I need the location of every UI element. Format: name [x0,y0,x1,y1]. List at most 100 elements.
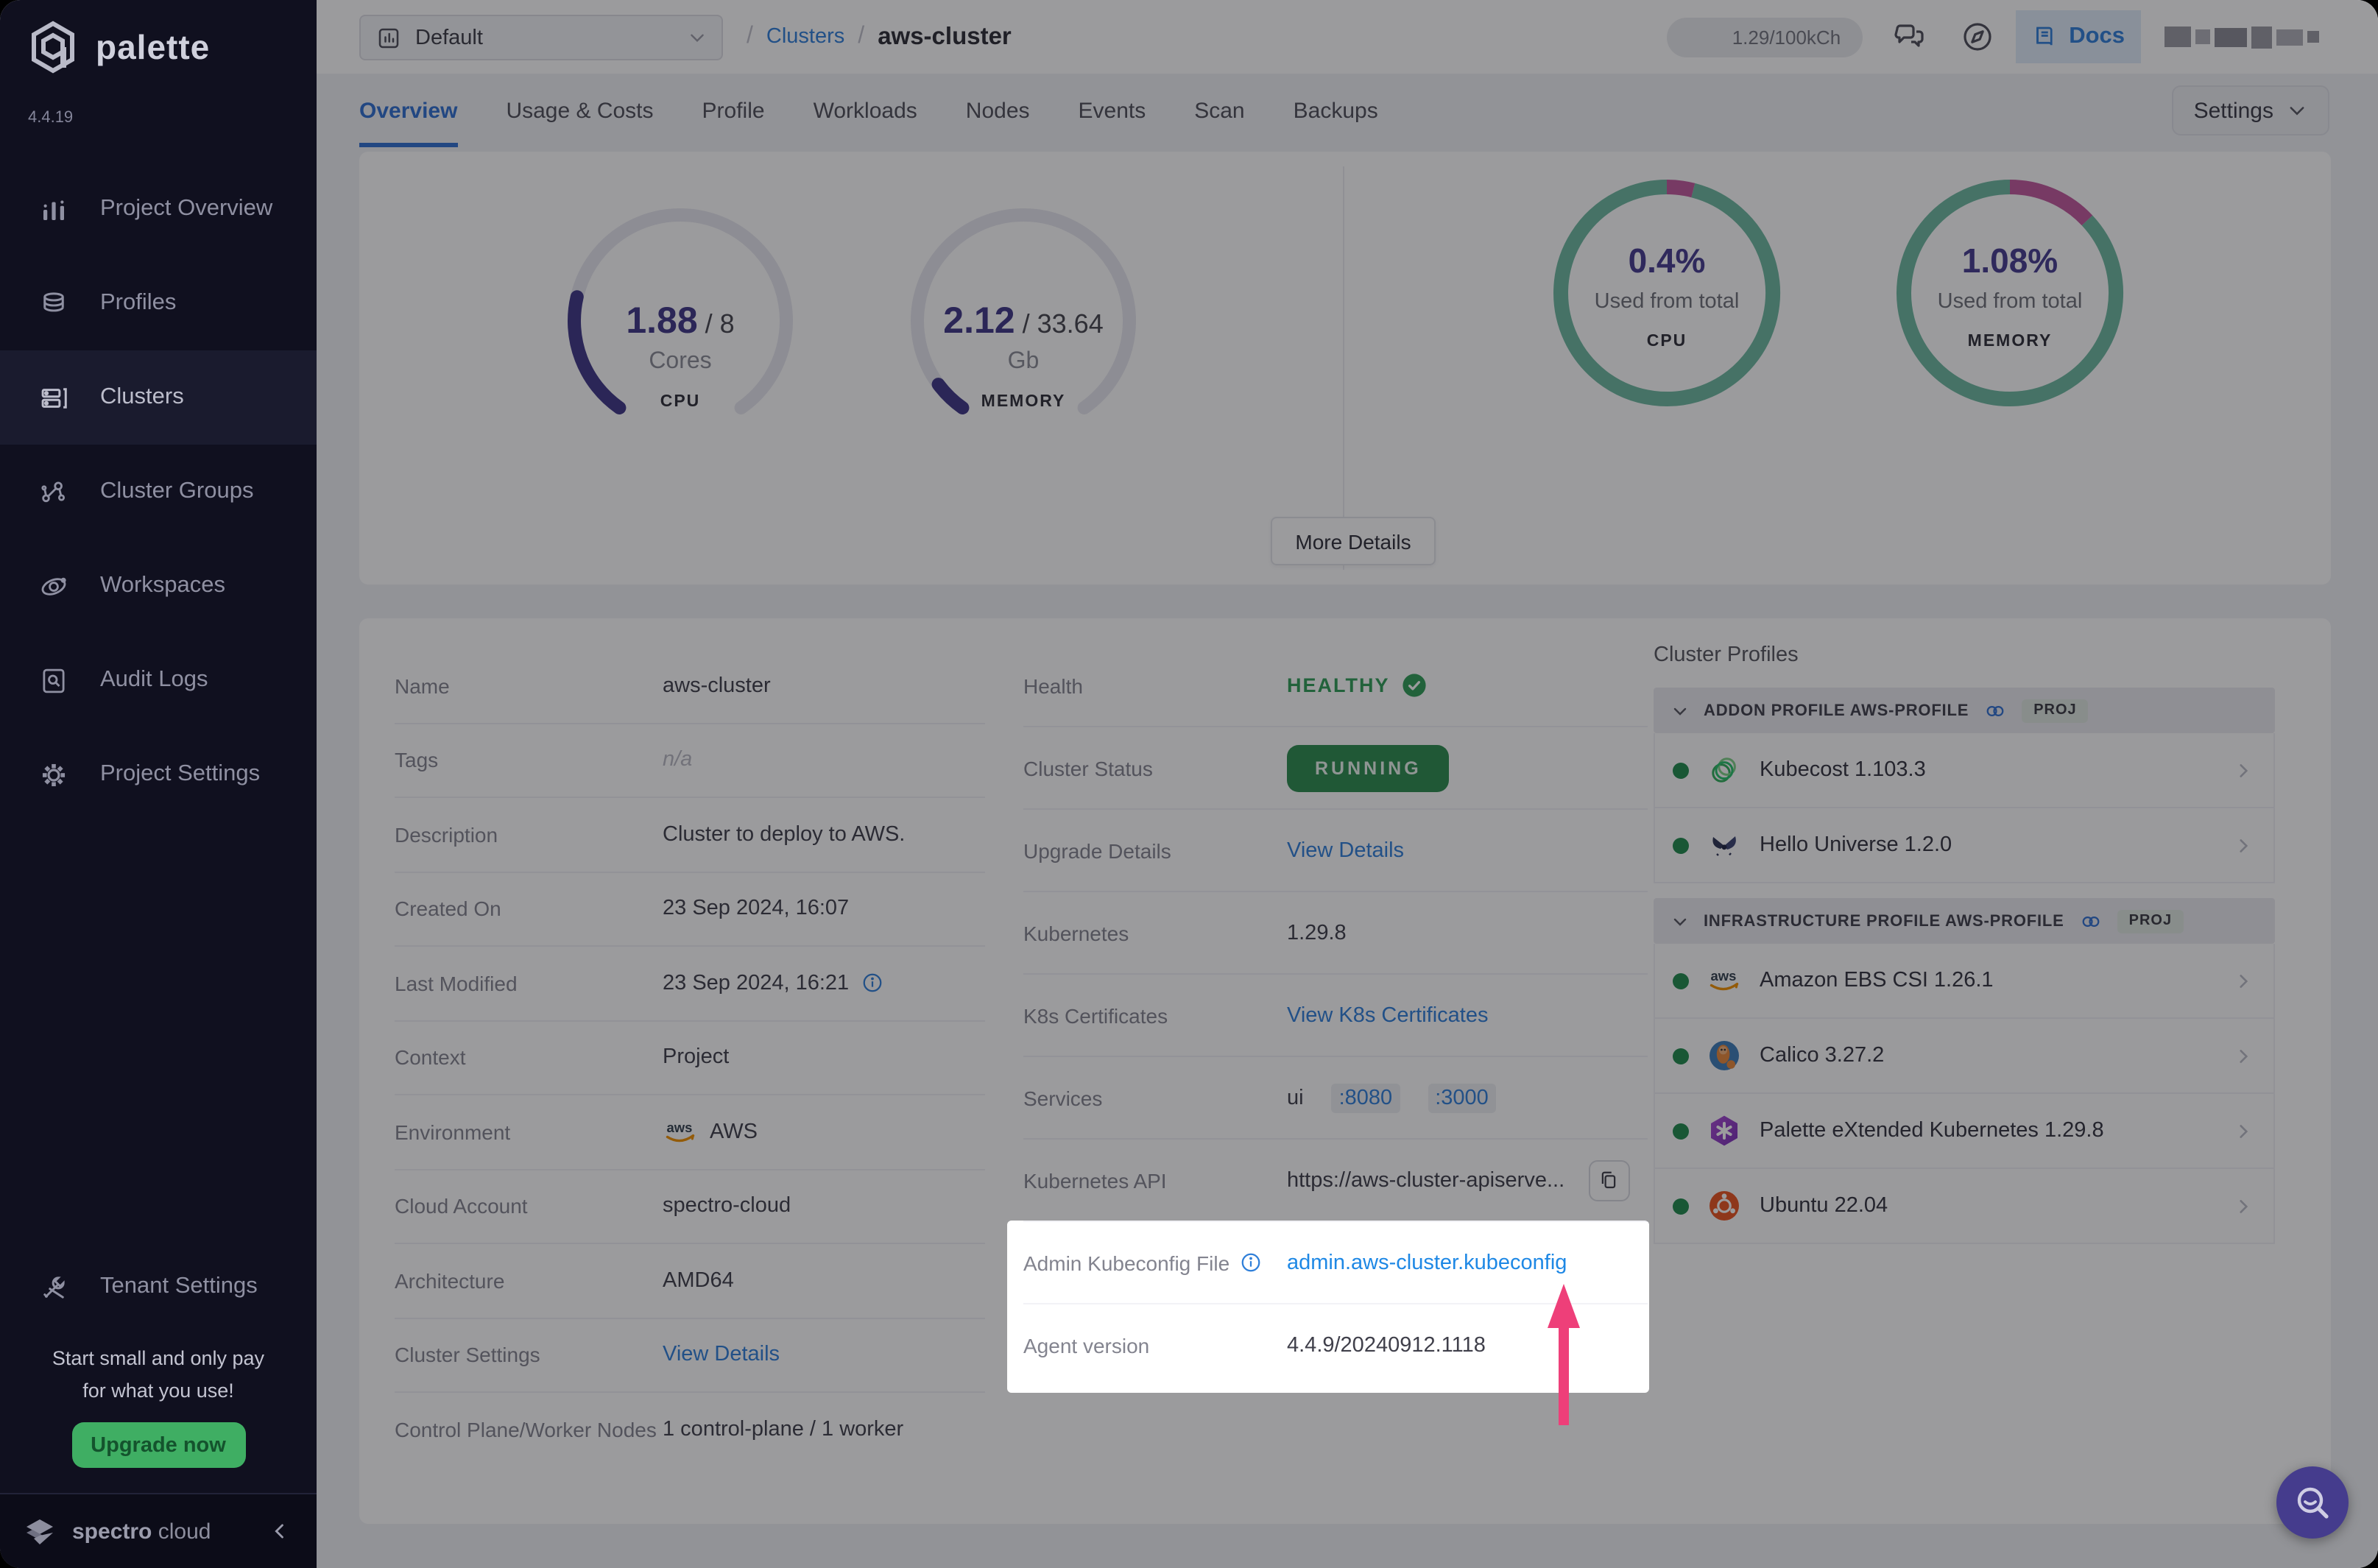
link-icon [2079,909,2103,933]
sidebar-item-label: Audit Logs [100,667,208,692]
gauge-chart-cpu: 1.88 / 8 Cores CPU [555,196,805,490]
donut-label: CPU [1646,333,1687,350]
tab-overview[interactable]: Overview [359,74,458,147]
detail-label: Control Plane/Worker Nodes [395,1418,657,1442]
cluster-details-card: Name aws-cluster Tags n/a Description Cluster… [359,618,2331,1524]
sidebar-item-project-overview[interactable]: Project Overview [0,162,317,256]
info-icon[interactable] [1240,1251,1262,1274]
profile-item-palette-extended-kubernetes-1-29-8[interactable]: Palette eXtended Kubernetes 1.29.8 [1654,1094,2275,1169]
sidebar-item-cluster-groups[interactable]: Cluster Groups [0,445,317,539]
gear-icon [38,759,69,790]
profile-item-calico-3-27-2[interactable]: Calico 3.27.2 [1654,1019,2275,1094]
service-port-link[interactable]: :3000 [1428,1083,1496,1112]
detail-value: spectro-cloud [663,1194,791,1218]
detail-row-created-on: Created On 23 Sep 2024, 16:07 [395,872,985,947]
info-icon[interactable] [861,972,883,995]
promo-line2: for what you use! [82,1380,234,1402]
detail-label: Created On [395,897,501,921]
profile-item-kubecost-1-103-3[interactable]: Kubecost 1.103.3 [1654,733,2275,808]
detail-link[interactable]: View K8s Certificates [1287,1003,1488,1027]
sidebar-item-project-settings[interactable]: Project Settings [0,727,317,822]
spectro-cloud-logo-icon [21,1512,59,1550]
tab-workloads[interactable]: Workloads [814,74,917,147]
sidebar-item-audit-logs[interactable]: Audit Logs [0,633,317,727]
tab-scan[interactable]: Scan [1194,74,1244,147]
detail-link[interactable]: View Details [663,1343,780,1367]
pxk-logo-icon [1707,1113,1742,1148]
project-selector-value: Default [415,26,483,49]
project-selector[interactable]: Default [359,15,723,60]
search-tour-button[interactable] [2276,1466,2349,1539]
tab-usage-costs[interactable]: Usage & Costs [506,74,653,147]
aws-logo-icon: aws [663,1115,698,1150]
tab-events[interactable]: Events [1079,74,1146,147]
compass-icon[interactable] [1960,19,1995,54]
upgrade-now-button[interactable]: Upgrade now [71,1422,245,1468]
detail-row-name: Name aws-cluster [395,649,985,724]
profile-group-header[interactable]: ADDON PROFILE AWS-PROFILE PROJ [1654,688,2275,733]
logo[interactable]: palette [24,18,210,77]
detail-value: Project [663,1045,730,1070]
detail-value: 1.29.8 [1287,921,1347,944]
copy-icon[interactable] [1588,1159,1630,1201]
breadcrumb-clusters-link[interactable]: Clusters [766,25,844,49]
settings-button[interactable]: Settings [2171,85,2329,135]
detail-label: Cloud Account [395,1194,528,1218]
more-details-button[interactable]: More Details [1271,517,1436,565]
detail-row-context: Context Project [395,1021,985,1095]
sidebar-nav: Project Overview Profiles Clusters Cluster … [0,162,317,822]
detail-label: Admin Kubeconfig File [1023,1251,1287,1274]
chevron-down-icon [688,28,707,47]
detail-link[interactable]: admin.aws-cluster.kubeconfig [1287,1251,1567,1274]
chevron-right-icon [2234,1046,2253,1065]
sidebar-item-clusters[interactable]: Clusters [0,350,317,445]
sidebar-item-label: Clusters [100,384,184,409]
detail-link[interactable]: View Details [1287,838,1404,862]
brand-text: spectro cloud [72,1519,211,1544]
tab-profile[interactable]: Profile [702,74,765,147]
profile-item-name: Hello Universe 1.2.0 [1760,833,1952,857]
sidebar-item-tenant-settings[interactable]: Tenant Settings [0,1240,317,1334]
scope-badge: PROJ [2117,909,2184,933]
tab-backups[interactable]: Backups [1294,74,1378,147]
gauge-value: 2.12 / 33.64 [943,300,1104,342]
detail-row-description: Description Cluster to deploy to AWS. [395,798,985,872]
detail-row-cloud-account: Cloud Account spectro-cloud [395,1170,985,1244]
donut-chart-memory-total: 1.08% Used from total MEMORY [1885,168,2135,462]
breadcrumb: / Clusters / aws-cluster [747,0,1012,74]
donut-percentage: 0.4% [1628,241,1706,280]
main-area: Default / Clusters / aws-cluster 1.29/10… [317,0,2378,1568]
tools-icon [38,1271,69,1302]
profile-group-header[interactable]: INFRASTRUCTURE PROFILE AWS-PROFILE PROJ [1654,898,2275,944]
svg-text:aws: aws [1711,968,1737,983]
palette-logo-icon [24,18,82,77]
profile-item-name: Ubuntu 22.04 [1760,1194,1888,1218]
collapse-sidebar-button[interactable] [269,1521,290,1541]
tab-nodes[interactable]: Nodes [966,74,1030,147]
breadcrumb-separator: / [858,24,865,49]
profile-item-amazon-ebs-csi-1-26-1[interactable]: aws Amazon EBS CSI 1.26.1 [1654,944,2275,1019]
chevron-right-icon [2234,836,2253,855]
profile-item-hello-universe-1-2-0[interactable]: Hello Universe 1.2.0 [1654,808,2275,883]
gauge-unit: Cores [649,349,712,374]
user-name-redacted[interactable] [2164,26,2319,48]
profile-item-ubuntu-22-04[interactable]: Ubuntu 22.04 [1654,1169,2275,1244]
detail-label: Cluster Status [1023,756,1153,780]
detail-row-upgrade-details: Upgrade Details View Details [1023,810,1648,892]
sidebar-item-workspaces[interactable]: Workspaces [0,539,317,633]
donut-chart-cpu-total: 0.4% Used from total CPU [1542,168,1792,462]
services-value: ui:8080:3000 [1287,1083,1496,1112]
docs-button[interactable]: Docs [2016,10,2141,63]
detail-label: Agent version [1023,1334,1150,1357]
detail-row-architecture: Architecture AMD64 [395,1244,985,1318]
service-port-link[interactable]: :8080 [1331,1083,1400,1112]
detail-label: Description [395,822,498,847]
sidebar: palette 4.4.19 Project Overview Profiles C… [0,0,317,1568]
sidebar-tenant-wrap: Tenant Settings [0,1240,317,1334]
sidebar-item-profiles[interactable]: Profiles [0,256,317,350]
detail-value: 4.4.9/20240912.1118 [1287,1334,1486,1357]
chat-icon[interactable] [1892,19,1927,54]
profile-item-name: Amazon EBS CSI 1.26.1 [1760,969,1994,992]
chevron-right-icon [2234,1121,2253,1140]
cluster-profiles-groups: ADDON PROFILE AWS-PROFILE PROJ Kubecost 1.… [1654,688,2275,1244]
